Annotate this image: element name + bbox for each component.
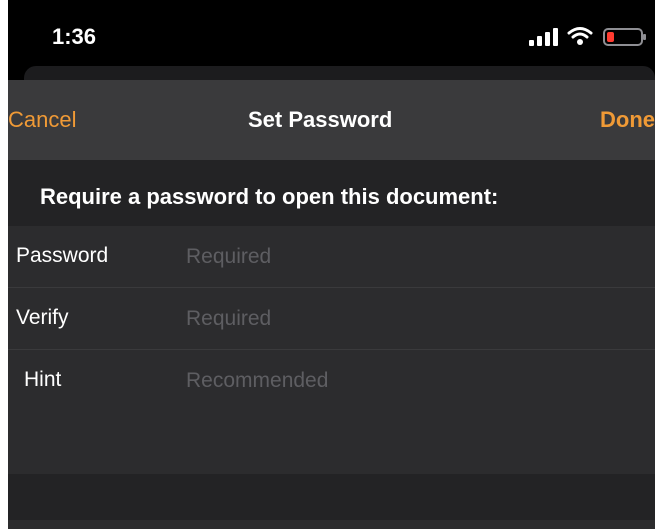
row-divider <box>8 287 655 288</box>
status-bar: 1:36 <box>8 0 655 72</box>
signal-icon <box>529 28 558 46</box>
group-separator <box>8 474 655 520</box>
row-divider <box>8 349 655 350</box>
password-field[interactable] <box>186 240 646 274</box>
hint-field[interactable] <box>186 364 646 398</box>
section-header: Require a password to open this document… <box>8 160 655 226</box>
phone-screen: 1:36 Cancel Set Password Done Require a … <box>8 0 655 529</box>
verify-label: Verify <box>16 306 69 329</box>
wifi-icon <box>567 27 593 45</box>
hint-row: Hint <box>8 352 655 412</box>
page-title: Set Password <box>248 107 393 132</box>
verify-field[interactable] <box>186 302 646 336</box>
cancel-button[interactable]: Cancel <box>8 107 76 133</box>
hint-label: Hint <box>24 368 62 391</box>
navigation-bar: Cancel Set Password Done <box>8 80 655 160</box>
status-icons <box>515 26 655 46</box>
verify-row: Verify <box>8 290 655 350</box>
lower-section <box>8 520 655 529</box>
password-label: Password <box>16 244 109 267</box>
battery-icon <box>603 28 646 46</box>
status-time: 1:36 <box>52 24 97 49</box>
password-form: Password Verify Hint <box>8 226 655 474</box>
password-row: Password <box>8 228 655 288</box>
done-button[interactable]: Done <box>600 107 655 133</box>
section-header-text: Require a password to open this document… <box>40 184 499 209</box>
